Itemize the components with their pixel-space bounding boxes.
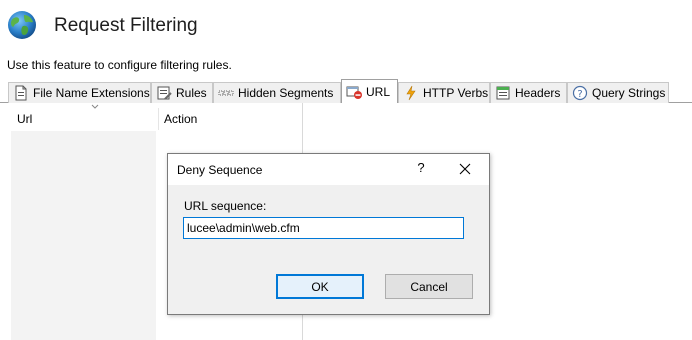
help-button[interactable]: ? bbox=[414, 160, 428, 178]
tab-query-strings[interactable]: ? Query Strings bbox=[567, 82, 669, 103]
tab-label: Query Strings bbox=[592, 86, 666, 100]
column-header-label: Action bbox=[164, 112, 198, 126]
tab-file-name-extensions[interactable]: File Name Extensions bbox=[8, 82, 151, 103]
url-sequence-input[interactable] bbox=[183, 217, 464, 239]
page-title: Request Filtering bbox=[54, 15, 198, 36]
column-header-label: Url bbox=[17, 112, 33, 126]
tab-label: Hidden Segments bbox=[238, 86, 334, 100]
tab-hidden-segments[interactable]: Hidden Segments bbox=[213, 82, 341, 103]
tab-label: File Name Extensions bbox=[33, 86, 150, 100]
cancel-button[interactable]: Cancel bbox=[385, 274, 473, 299]
rules-icon bbox=[157, 86, 172, 100]
page-header: Request Filtering bbox=[0, 0, 692, 56]
headers-icon bbox=[496, 86, 510, 100]
tab-label: HTTP Verbs bbox=[423, 86, 489, 100]
url-deny-icon bbox=[346, 86, 362, 99]
hidden-segments-icon bbox=[218, 90, 234, 96]
url-sequence-label: URL sequence: bbox=[184, 199, 267, 213]
dialog-title: Deny Sequence bbox=[177, 163, 263, 177]
file-extension-icon bbox=[15, 85, 27, 101]
deny-sequence-dialog: Deny Sequence ? URL sequence: OK Cancel bbox=[167, 153, 490, 315]
column-header-url[interactable]: Url bbox=[11, 104, 156, 130]
question-icon: ? bbox=[572, 85, 588, 101]
lightning-icon bbox=[406, 85, 416, 101]
tab-headers[interactable]: Headers bbox=[490, 82, 567, 103]
dialog-titlebar[interactable]: Deny Sequence ? bbox=[168, 154, 489, 185]
tab-label: URL bbox=[366, 84, 391, 99]
svg-text:?: ? bbox=[577, 89, 582, 100]
tab-label: Headers bbox=[515, 86, 561, 100]
tab-http-verbs[interactable]: HTTP Verbs bbox=[398, 82, 490, 103]
close-icon[interactable] bbox=[457, 161, 473, 177]
tab-rules[interactable]: Rules bbox=[151, 82, 213, 103]
sort-chevron-icon bbox=[91, 104, 99, 109]
column-header-action[interactable]: Action bbox=[158, 108, 303, 130]
tab-url[interactable]: URL bbox=[341, 79, 398, 103]
tab-label: Rules bbox=[176, 86, 207, 100]
globe-icon bbox=[8, 11, 36, 39]
url-column-body bbox=[11, 131, 156, 340]
ok-button[interactable]: OK bbox=[276, 274, 364, 299]
page-description: Use this feature to configure filtering … bbox=[7, 58, 232, 72]
